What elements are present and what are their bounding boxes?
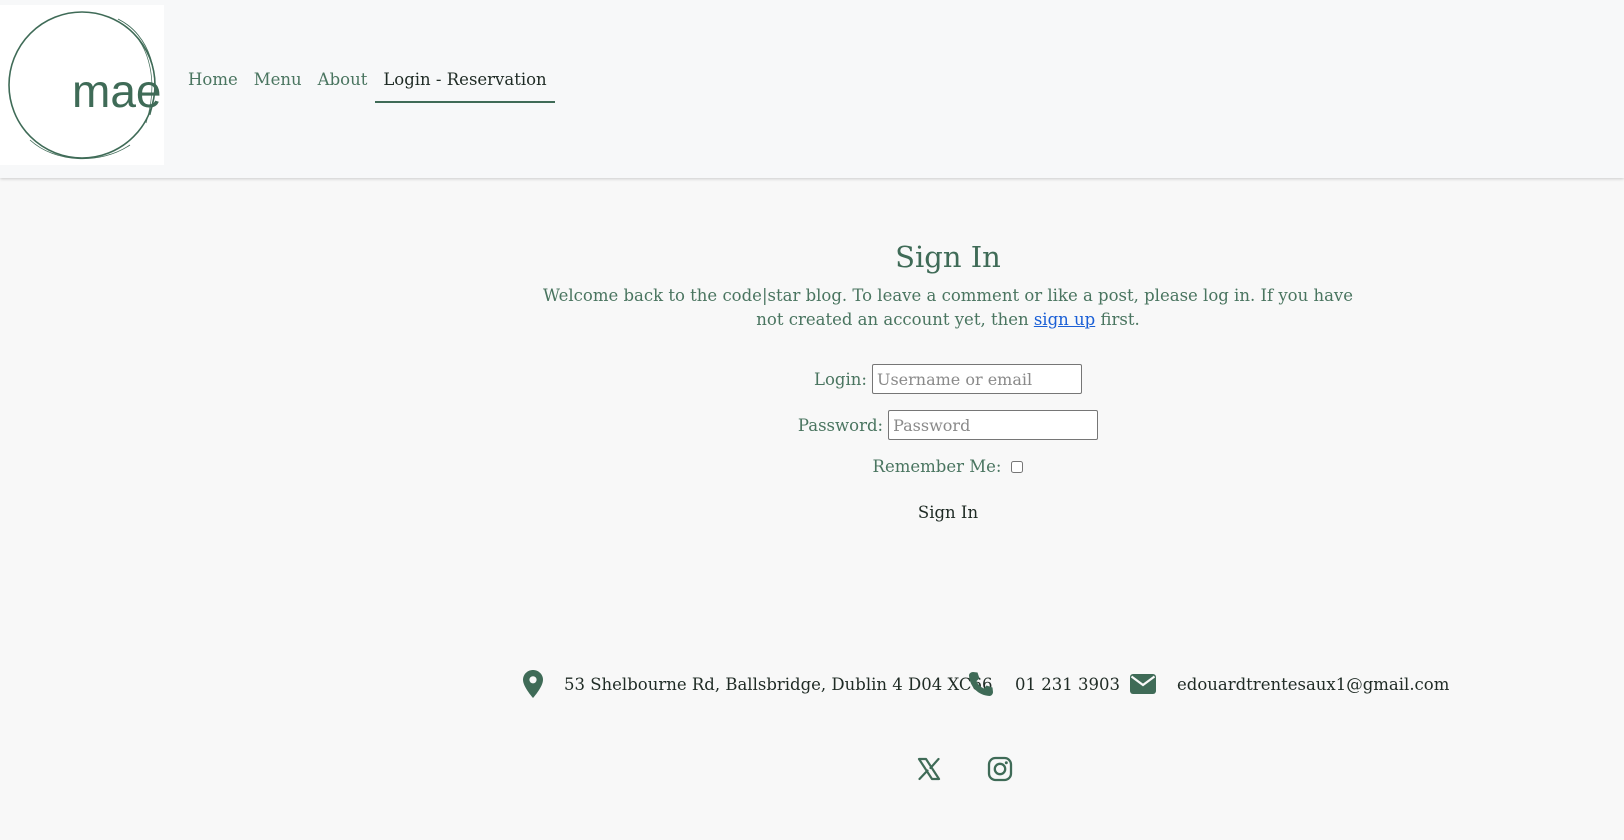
remember-row: Remember Me:	[0, 457, 1624, 476]
phone-icon	[969, 672, 993, 696]
logo[interactable]: mae	[0, 5, 164, 165]
email-item: edouardtrentesaux1@gmail.com	[1129, 668, 1449, 700]
nav-item-about[interactable]: About	[310, 70, 376, 103]
phone-text: 01 231 3903	[1015, 674, 1120, 694]
address-item: 53 Shelbourne Rd, Ballsbridge, Dublin 4 …	[522, 668, 993, 700]
map-pin-icon	[523, 670, 543, 698]
intro-text: Welcome back to the code|star blog. To l…	[532, 284, 1364, 332]
site-footer: 53 Shelbourne Rd, Ballsbridge, Dublin 4 …	[0, 608, 1624, 840]
remember-checkbox[interactable]	[1011, 460, 1024, 473]
password-input[interactable]	[888, 410, 1099, 440]
envelope-icon	[1130, 674, 1156, 694]
nav-item-login-reservation[interactable]: Login - Reservation	[375, 70, 555, 103]
password-label: Password:	[797, 415, 884, 435]
nav-item-home[interactable]: Home	[180, 70, 246, 103]
address-text: 53 Shelbourne Rd, Ballsbridge, Dublin 4 …	[564, 674, 993, 694]
email-text: edouardtrentesaux1@gmail.com	[1177, 674, 1450, 694]
login-input[interactable]	[871, 364, 1082, 394]
phone-item: 01 231 3903	[967, 668, 1120, 700]
sign-up-link[interactable]: sign up	[1034, 310, 1095, 329]
remember-label: Remember Me:	[872, 457, 1002, 476]
page-title: Sign In	[895, 240, 1001, 274]
site-header: mae Home Menu About Login - Reservation	[0, 0, 1624, 178]
signin-section: Sign In Welcome back to the code|star bl…	[0, 178, 1624, 608]
nav-item-menu[interactable]: Menu	[246, 70, 310, 103]
submit-row: Sign In	[0, 503, 1624, 522]
main-nav: Home Menu About Login - Reservation	[180, 70, 555, 103]
login-label: Login:	[814, 369, 867, 389]
intro-text-after: first.	[1095, 310, 1140, 329]
sign-in-button[interactable]: Sign In	[918, 503, 978, 522]
password-row: Password:	[0, 410, 1624, 440]
login-row: Login:	[0, 364, 1624, 394]
x-twitter-icon[interactable]	[916, 756, 942, 782]
logo-text: mae	[72, 65, 161, 117]
intro-text-before: Welcome back to the code|star blog. To l…	[543, 286, 1353, 329]
instagram-icon[interactable]	[987, 756, 1013, 782]
